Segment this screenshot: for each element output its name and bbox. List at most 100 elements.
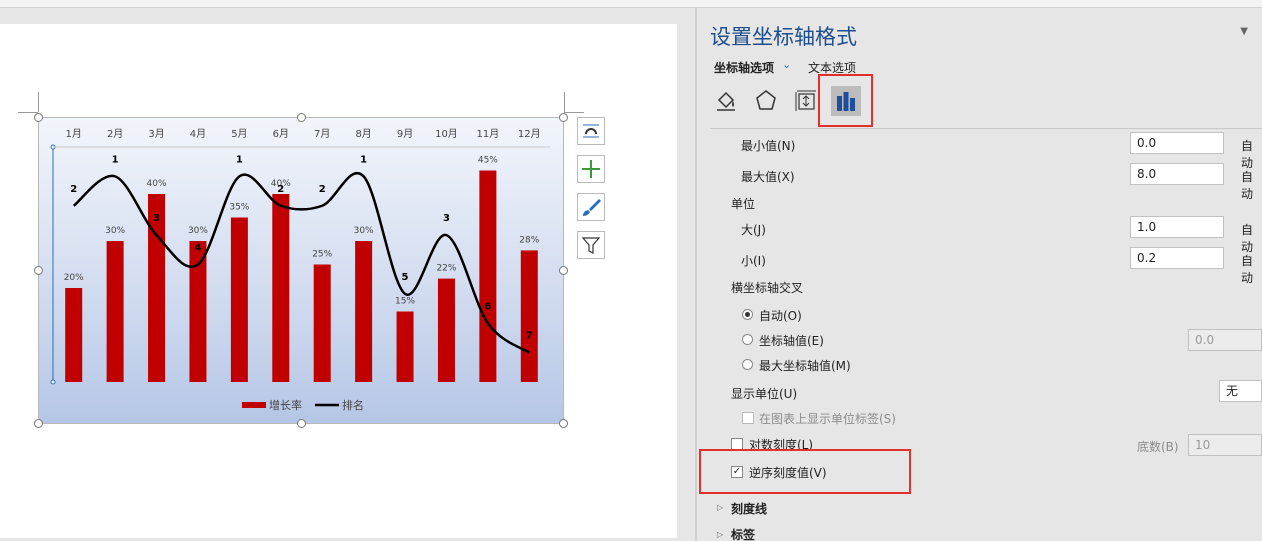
min-bound-auto-button[interactable]: 自动 (1241, 137, 1262, 171)
display-units-select[interactable]: 无 (1219, 380, 1262, 402)
resize-handle-bottom-center[interactable] (297, 419, 306, 428)
resize-handle-bottom-left[interactable] (34, 419, 43, 428)
legend-label-growth-rate[interactable]: 增长率 (269, 398, 302, 412)
layout-options-button[interactable] (577, 117, 605, 145)
bar-data-label[interactable]: 40% (147, 179, 167, 189)
resize-handle-top-left[interactable] (34, 113, 43, 122)
resize-handle-middle-left[interactable] (34, 266, 43, 275)
section-labels[interactable]: 标签 (731, 526, 755, 541)
crosses-axis-value-label[interactable]: 坐标轴值(E) (759, 332, 824, 349)
bar-data-label[interactable]: 25% (312, 250, 332, 260)
line-rank-series[interactable] (72, 172, 531, 354)
crosses-max-radio[interactable] (742, 359, 753, 370)
crosses-auto-label[interactable]: 自动(O) (759, 307, 802, 324)
expand-triangle-icon[interactable]: ▷ (717, 503, 723, 512)
log-base-label: 底数(B) (1137, 440, 1179, 454)
min-bound-input[interactable]: 0.0 (1130, 132, 1224, 154)
bar-growth-rate[interactable] (65, 288, 83, 382)
combo-chart[interactable]: 1月 2月 3月 4月 5月 6月 7月 8月 9月 10月 11月 12月 20% 30% 40% 30% 3… (38, 117, 564, 424)
log-base-input[interactable]: 10 (1188, 434, 1262, 456)
show-units-label-checkbox[interactable] (742, 412, 754, 424)
bar-data-label[interactable]: 30% (105, 226, 125, 236)
category-tick-label[interactable]: 3月 (148, 128, 164, 140)
line-data-label[interactable]: 6 (484, 301, 491, 312)
bar-growth-rate[interactable] (230, 217, 248, 383)
bar-growth-rate[interactable] (189, 241, 207, 382)
fill-line-icon (717, 91, 735, 111)
bar-growth-rate[interactable] (313, 264, 331, 383)
bar-data-label[interactable]: 30% (354, 226, 374, 236)
bar-data-label[interactable]: 45% (478, 156, 498, 166)
crop-mark (38, 92, 39, 112)
category-tick-label[interactable]: 9月 (397, 128, 413, 140)
bar-growth-rate[interactable] (396, 311, 414, 383)
ruler (0, 0, 1262, 8)
crosses-max-label[interactable]: 最大坐标轴值(M) (759, 357, 851, 374)
effects-category[interactable] (751, 86, 781, 116)
bar-data-label[interactable]: 22% (436, 264, 456, 274)
bar-data-label[interactable]: 15% (395, 297, 415, 307)
category-tick-label[interactable]: 10月 (435, 128, 458, 140)
category-tick-label[interactable]: 1月 (66, 128, 82, 140)
bar-data-label[interactable]: 20% (64, 273, 84, 283)
minor-unit-input[interactable]: 0.2 (1130, 247, 1224, 269)
line-data-label[interactable]: 2 (70, 184, 77, 195)
line-data-label[interactable]: 2 (277, 184, 284, 195)
bar-data-label[interactable]: 30% (188, 226, 208, 236)
category-tick-label[interactable]: 12月 (518, 128, 541, 140)
bar-growth-rate[interactable] (520, 250, 538, 382)
section-tick-marks[interactable]: 刻度线 (731, 500, 767, 517)
resize-handle-bottom-right[interactable] (559, 419, 568, 428)
fill-line-category[interactable] (711, 86, 741, 116)
category-tick-label[interactable]: 6月 (273, 128, 289, 140)
max-bound-label: 最大值(X) (741, 170, 795, 184)
max-bound-input[interactable]: 8.0 (1130, 163, 1224, 185)
legend-label-rank[interactable]: 排名 (342, 398, 364, 412)
line-data-label[interactable]: 1 (236, 154, 243, 165)
line-data-label[interactable]: 3 (443, 213, 450, 224)
size-properties-category[interactable] (791, 86, 821, 116)
pane-options-chevron-icon[interactable]: ▼ (1240, 26, 1248, 37)
line-data-label[interactable]: 4 (194, 243, 201, 254)
line-data-label[interactable]: 7 (526, 331, 533, 342)
crosses-axis-value-input[interactable]: 0.0 (1188, 329, 1262, 351)
max-bound-auto-button[interactable]: 自动 (1241, 168, 1262, 202)
category-tick-label[interactable]: 7月 (314, 128, 330, 140)
chart-elements-button[interactable] (577, 155, 605, 183)
effects-icon (756, 90, 776, 110)
expand-triangle-icon[interactable]: ▷ (717, 530, 723, 539)
major-unit-input[interactable]: 1.0 (1130, 216, 1224, 238)
category-tick-label[interactable]: 2月 (107, 128, 123, 140)
line-data-label[interactable]: 1 (112, 154, 119, 165)
bar-data-label[interactable]: 28% (519, 235, 539, 245)
chart-styles-button[interactable] (577, 193, 605, 221)
bar-growth-rate[interactable] (106, 241, 124, 382)
crosses-axis-value-radio[interactable] (742, 334, 753, 345)
line-data-label[interactable]: 3 (153, 213, 160, 224)
bar-growth-rate[interactable] (479, 170, 497, 383)
category-tick-label[interactable]: 4月 (190, 128, 206, 140)
bar-growth-rate[interactable] (437, 278, 455, 382)
line-data-label[interactable]: 5 (402, 272, 409, 283)
layout-options-icon (583, 124, 599, 138)
axis-end-marker[interactable] (50, 379, 56, 385)
resize-handle-top-center[interactable] (297, 113, 306, 122)
chevron-down-icon[interactable]: ⌄ (782, 58, 791, 71)
major-unit-auto-button[interactable]: 自动 (1241, 221, 1262, 255)
category-tick-label[interactable]: 11月 (477, 128, 500, 140)
line-data-label[interactable]: 1 (360, 154, 367, 165)
category-tick-label[interactable]: 5月 (231, 128, 247, 140)
minor-unit-label: 小(I) (741, 254, 766, 268)
resize-handle-top-right[interactable] (559, 113, 568, 122)
legend-swatch-bar[interactable] (242, 402, 266, 408)
bar-growth-rate[interactable] (272, 194, 290, 382)
crosses-auto-radio[interactable] (742, 309, 753, 320)
minor-unit-auto-button[interactable]: 自动 (1241, 252, 1262, 286)
line-data-label[interactable]: 2 (319, 184, 326, 195)
bar-data-label[interactable]: 35% (229, 203, 249, 213)
resize-handle-middle-right[interactable] (559, 266, 568, 275)
tab-axis-options[interactable]: 坐标轴选项 (714, 59, 774, 76)
chart-filters-button[interactable] (577, 231, 605, 259)
category-tick-label[interactable]: 8月 (355, 128, 371, 140)
bar-growth-rate[interactable] (355, 241, 373, 382)
